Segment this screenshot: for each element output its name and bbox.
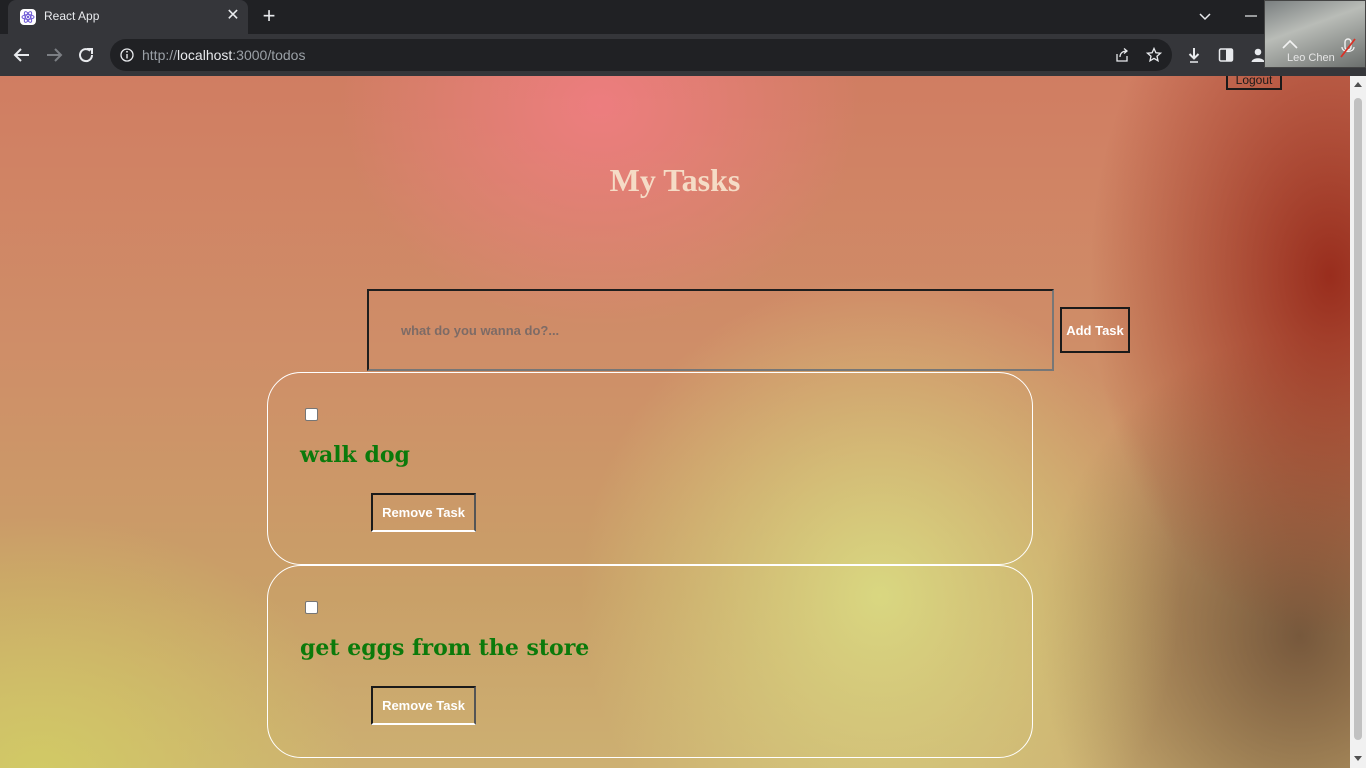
browser-tab[interactable]: React App ✕: [8, 0, 248, 34]
reload-icon[interactable]: [75, 44, 97, 66]
tab-title: React App: [44, 9, 100, 23]
remove-task-button[interactable]: Remove Task: [371, 493, 476, 532]
page-viewport: Logout My Tasks Add Task walk dog Remove…: [0, 76, 1350, 768]
url-text: http://localhost:3000/todos: [142, 47, 306, 63]
tab-bar: React App ✕ +: [0, 0, 1366, 34]
new-tab-icon[interactable]: +: [258, 5, 280, 28]
download-icon[interactable]: [1185, 46, 1203, 64]
add-task-button[interactable]: Add Task: [1060, 307, 1130, 353]
tab-search-chevron-icon[interactable]: [1196, 7, 1214, 25]
chevron-up-icon[interactable]: [1281, 37, 1299, 49]
minimize-window-icon[interactable]: [1242, 7, 1260, 25]
browser-toolbar: http://localhost:3000/todos: [0, 34, 1366, 76]
vertical-scrollbar[interactable]: [1350, 76, 1366, 768]
task-card: walk dog Remove Task: [267, 372, 1033, 565]
task-text: get eggs from the store: [300, 635, 590, 661]
site-info-icon[interactable]: [120, 48, 134, 62]
scroll-up-arrow-icon[interactable]: [1354, 82, 1362, 87]
participant-name: Leo Chen: [1287, 52, 1335, 64]
share-icon[interactable]: [1114, 47, 1130, 63]
page-title: My Tasks: [609, 162, 741, 198]
task-text: walk dog: [300, 442, 410, 468]
muted-mic-icon[interactable]: [1339, 37, 1357, 59]
webcam-overlay: Leo Chen: [1264, 0, 1366, 68]
task-card: get eggs from the store Remove Task: [267, 565, 1033, 758]
close-tab-icon[interactable]: ✕: [224, 7, 242, 25]
bookmark-star-icon[interactable]: [1145, 46, 1163, 63]
forward-arrow-icon[interactable]: [43, 44, 65, 66]
task-complete-checkbox[interactable]: [305, 408, 318, 421]
scrollbar-thumb[interactable]: [1354, 98, 1362, 740]
task-input[interactable]: [367, 289, 1054, 371]
remove-task-button[interactable]: Remove Task: [371, 686, 476, 725]
back-arrow-icon[interactable]: [11, 44, 33, 66]
scroll-down-arrow-icon[interactable]: [1354, 756, 1362, 761]
address-bar[interactable]: http://localhost:3000/todos: [110, 39, 1172, 71]
side-panel-icon[interactable]: [1217, 46, 1235, 64]
task-complete-checkbox[interactable]: [305, 601, 318, 614]
logout-button[interactable]: Logout: [1226, 76, 1282, 90]
react-icon: [20, 9, 36, 25]
